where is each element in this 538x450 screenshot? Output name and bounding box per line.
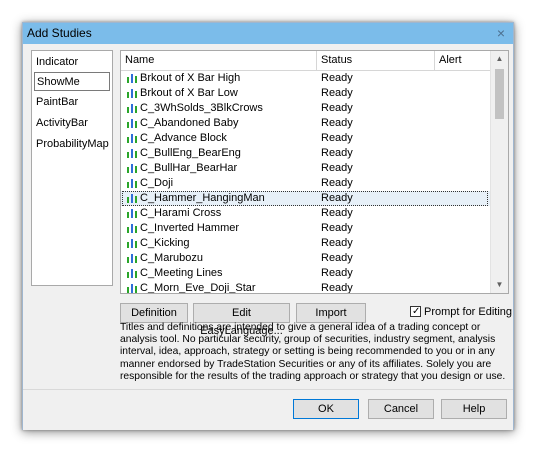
row-status: Ready bbox=[321, 267, 353, 279]
row-status: Ready bbox=[321, 132, 353, 144]
row-status: Ready bbox=[321, 162, 353, 174]
row-status: Ready bbox=[321, 177, 353, 189]
table-row[interactable]: Brkout of X Bar High Ready bbox=[121, 71, 491, 86]
column-header-status[interactable]: Status bbox=[317, 51, 435, 70]
row-name: C_Advance Block bbox=[140, 132, 227, 144]
add-studies-dialog: Add Studies × Indicator ShowMe PaintBar … bbox=[22, 22, 514, 430]
row-name: Brkout of X Bar Low bbox=[140, 87, 238, 99]
table-row[interactable]: C_Hammer_HangingMan Ready bbox=[121, 191, 491, 206]
study-bars-icon bbox=[127, 194, 137, 203]
close-icon[interactable]: × bbox=[497, 25, 505, 41]
row-name: C_BullEng_BearEng bbox=[140, 147, 241, 159]
dialog-button-bar: OK Cancel Help bbox=[23, 389, 513, 430]
study-bars-icon bbox=[127, 284, 137, 293]
row-status: Ready bbox=[321, 252, 353, 264]
table-row[interactable]: C_BullHar_BearHar Ready bbox=[121, 161, 491, 176]
scroll-thumb[interactable] bbox=[495, 69, 504, 119]
row-status: Ready bbox=[321, 237, 353, 249]
row-name: C_Harami Cross bbox=[140, 207, 222, 219]
study-bars-icon bbox=[127, 224, 137, 233]
table-row[interactable]: Brkout of X Bar Low Ready bbox=[121, 86, 491, 101]
table-row[interactable]: C_BullEng_BearEng Ready bbox=[121, 146, 491, 161]
row-name: C_Kicking bbox=[140, 237, 190, 249]
table-row[interactable]: C_Kicking Ready bbox=[121, 236, 491, 251]
study-bars-icon bbox=[127, 104, 137, 113]
study-bars-icon bbox=[127, 89, 137, 98]
column-header-name[interactable]: Name bbox=[121, 51, 317, 70]
cancel-button[interactable]: Cancel bbox=[368, 399, 434, 419]
vertical-scrollbar[interactable]: ▲ ▼ bbox=[490, 51, 508, 293]
row-name: C_Abandoned Baby bbox=[140, 117, 239, 129]
row-name: C_BullHar_BearHar bbox=[140, 162, 238, 174]
definition-button[interactable]: Definition bbox=[120, 303, 188, 323]
table-row[interactable]: C_Inverted Hammer Ready bbox=[121, 221, 491, 236]
row-name: C_Marubozu bbox=[140, 252, 203, 264]
row-name: C_Hammer_HangingMan bbox=[140, 192, 265, 204]
study-bars-icon bbox=[127, 209, 137, 218]
row-status: Ready bbox=[321, 147, 353, 159]
dialog-title: Add Studies bbox=[27, 26, 92, 40]
study-bars-icon bbox=[127, 179, 137, 188]
nav-item-showme[interactable]: ShowMe bbox=[34, 72, 110, 91]
nav-item-indicator[interactable]: Indicator bbox=[34, 53, 110, 72]
row-name: C_Doji bbox=[140, 177, 174, 189]
row-name: C_Inverted Hammer bbox=[140, 222, 240, 234]
row-status: Ready bbox=[321, 102, 353, 114]
study-bars-icon bbox=[127, 134, 137, 143]
row-status: Ready bbox=[321, 117, 353, 129]
nav-item-activitybar[interactable]: ActivityBar bbox=[34, 114, 110, 133]
help-button[interactable]: Help bbox=[441, 399, 507, 419]
study-bars-icon bbox=[127, 164, 137, 173]
study-bars-icon bbox=[127, 74, 137, 83]
table-row[interactable]: C_Morn_Eve_Doji_Star Ready bbox=[121, 281, 491, 294]
checkmark-icon: ✓ bbox=[412, 306, 421, 317]
study-bars-icon bbox=[127, 149, 137, 158]
row-name: Brkout of X Bar High bbox=[140, 72, 241, 84]
scroll-down-icon[interactable]: ▼ bbox=[491, 277, 508, 293]
ok-button[interactable]: OK bbox=[293, 399, 359, 419]
import-button[interactable]: Import bbox=[296, 303, 366, 323]
nav-item-probabilitymap[interactable]: ProbabilityMap bbox=[34, 135, 110, 154]
edit-easylanguage-button[interactable]: Edit EasyLanguage... bbox=[193, 303, 290, 337]
disclaimer-text: Titles and definitions are intended to g… bbox=[120, 322, 506, 382]
table-header: Name Status Alert bbox=[121, 51, 491, 71]
table-row[interactable]: C_Advance Block Ready bbox=[121, 131, 491, 146]
column-header-alert[interactable]: Alert bbox=[435, 51, 491, 70]
table-row[interactable]: C_Meeting Lines Ready bbox=[121, 266, 491, 281]
row-name: C_Morn_Eve_Doji_Star bbox=[140, 282, 256, 294]
table-row[interactable]: C_Abandoned Baby Ready bbox=[121, 116, 491, 131]
row-status: Ready bbox=[321, 192, 353, 204]
row-status: Ready bbox=[321, 282, 353, 294]
study-type-list: Indicator ShowMe PaintBar ActivityBar Pr… bbox=[31, 50, 113, 286]
row-status: Ready bbox=[321, 207, 353, 219]
study-bars-icon bbox=[127, 269, 137, 278]
study-bars-icon bbox=[127, 254, 137, 263]
prompt-for-editing-label: Prompt for Editing bbox=[424, 306, 513, 318]
study-bars-icon bbox=[127, 119, 137, 128]
title-bar[interactable]: Add Studies × bbox=[23, 23, 513, 44]
prompt-for-editing-checkbox[interactable]: ✓ bbox=[410, 306, 421, 317]
table-row[interactable]: C_Harami Cross Ready bbox=[121, 206, 491, 221]
row-status: Ready bbox=[321, 72, 353, 84]
scroll-up-icon[interactable]: ▲ bbox=[491, 51, 508, 67]
row-name: C_3WhSolds_3BlkCrows bbox=[140, 102, 263, 114]
study-bars-icon bbox=[127, 239, 137, 248]
row-name: C_Meeting Lines bbox=[140, 267, 223, 279]
nav-item-paintbar[interactable]: PaintBar bbox=[34, 93, 110, 112]
table-row[interactable]: C_Marubozu Ready bbox=[121, 251, 491, 266]
row-status: Ready bbox=[321, 222, 353, 234]
table-row[interactable]: C_3WhSolds_3BlkCrows Ready bbox=[121, 101, 491, 116]
table-row[interactable]: C_Doji Ready bbox=[121, 176, 491, 191]
studies-table: Name Status Alert Brkout of X Bar High Re… bbox=[120, 50, 509, 294]
row-status: Ready bbox=[321, 87, 353, 99]
